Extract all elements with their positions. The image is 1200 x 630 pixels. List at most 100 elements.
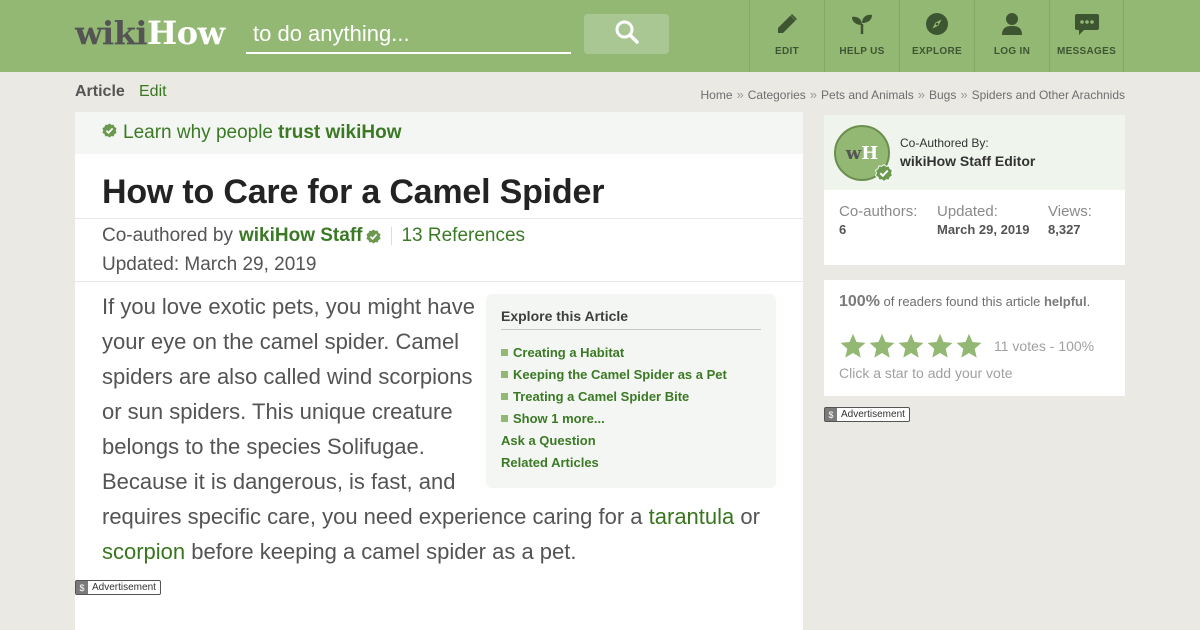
- nav-messages[interactable]: MESSAGES: [1049, 0, 1124, 72]
- article-card: Learn why people trust wikiHow How to Ca…: [75, 112, 803, 630]
- bullet-icon: [501, 370, 508, 378]
- star-icon[interactable]: [897, 332, 926, 360]
- star-rating: [839, 332, 984, 360]
- breadcrumb-separator: »: [917, 87, 925, 102]
- avatar-letter: w: [845, 142, 862, 164]
- user-icon: [999, 11, 1025, 37]
- bullet-icon: [501, 348, 508, 356]
- toc-item-treating-bite[interactable]: Treating a Camel Spider Bite: [501, 385, 761, 407]
- stat-views: Views: 8,327: [1048, 203, 1118, 238]
- header-nav: EDIT HELP US EXPLORE LOG IN MESSAGES: [749, 0, 1124, 72]
- breadcrumb-separator: »: [736, 87, 744, 102]
- chat-icon: [1074, 11, 1100, 37]
- coauthor-name[interactable]: wikiHow Staff Editor: [900, 153, 1035, 169]
- wikihow-logo[interactable]: wikiHow: [75, 14, 225, 52]
- byline: Co-authored by wikiHow Staff 13 Referenc…: [102, 225, 525, 247]
- toc-show-more[interactable]: Show 1 more...: [501, 407, 761, 429]
- nav-help-us[interactable]: HELP US: [824, 0, 899, 72]
- verified-check-icon: [875, 164, 893, 187]
- breadcrumb-separator: »: [809, 87, 818, 102]
- advertisement-label: Advertisement: [841, 409, 905, 420]
- breadcrumb-separator: »: [960, 87, 968, 102]
- dollar-icon: $: [76, 581, 88, 594]
- coauthor-card: wH Co-Authored By: wikiHow Staff Editor …: [824, 115, 1125, 265]
- dollar-icon: $: [825, 408, 837, 421]
- references-link[interactable]: 13 References: [401, 225, 525, 247]
- star-icon[interactable]: [955, 332, 984, 360]
- avatar-letter: H: [861, 142, 879, 164]
- intro-text: before keeping a camel spider as a pet.: [185, 539, 577, 564]
- bullet-icon: [501, 414, 508, 422]
- toc-item-label: Show 1 more...: [513, 410, 605, 426]
- star-icon[interactable]: [839, 332, 868, 360]
- intro-text: or: [734, 504, 760, 529]
- tarantula-link[interactable]: tarantula: [649, 504, 735, 529]
- nav-log-in[interactable]: LOG IN: [974, 0, 1049, 72]
- pencil-icon: [774, 11, 800, 37]
- breadcrumb-pets-and-animals[interactable]: Pets and Animals: [821, 88, 914, 102]
- breadcrumb-categories[interactable]: Categories: [748, 88, 806, 102]
- advertisement-badge: $ Advertisement: [824, 407, 910, 422]
- breadcrumb-spiders[interactable]: Spiders and Other Arachnids: [972, 88, 1125, 102]
- helpful-word: helpful: [1043, 294, 1087, 309]
- stat-value: 8,327: [1048, 222, 1081, 237]
- toc-item-creating-habitat[interactable]: Creating a Habitat: [501, 341, 761, 363]
- stat-label: Co-authors:: [839, 203, 918, 220]
- bullet-icon: [501, 392, 508, 400]
- star-icon[interactable]: [926, 332, 955, 360]
- breadcrumb-home[interactable]: Home: [701, 88, 733, 102]
- toc-item-keeping-pet[interactable]: Keeping the Camel Spider as a Pet: [501, 363, 761, 385]
- toc-related-articles[interactable]: Related Articles: [501, 451, 761, 473]
- nav-explore[interactable]: EXPLORE: [899, 0, 974, 72]
- compass-icon: [924, 11, 950, 37]
- coauthor-label: Co-Authored By:: [900, 136, 989, 150]
- table-of-contents: Explore this Article Creating a Habitat …: [486, 294, 776, 488]
- page-title: How to Care for a Camel Spider: [102, 173, 605, 211]
- search-icon: [614, 19, 640, 50]
- vote-count: 11 votes - 100%: [994, 338, 1095, 354]
- trust-link[interactable]: trust wikiHow: [278, 122, 402, 144]
- toc-item-label: Creating a Habitat: [513, 344, 625, 360]
- vote-prompt: Click a star to add your vote: [839, 365, 1013, 381]
- logo-part-wiki: wiki: [75, 14, 148, 52]
- stat-coauthors: Co-authors: 6: [839, 203, 931, 238]
- nav-edit[interactable]: EDIT: [749, 0, 824, 72]
- helpful-period: .: [1086, 294, 1091, 309]
- coauthor-header[interactable]: wH Co-Authored By: wikiHow Staff Editor: [824, 115, 1125, 190]
- advertisement-label: Advertisement: [92, 582, 156, 593]
- stat-value: 6: [839, 222, 847, 237]
- byline-prefix: Co-authored by: [102, 225, 233, 246]
- tab-edit[interactable]: Edit: [139, 83, 167, 101]
- verified-check-icon: [366, 228, 382, 244]
- star-icon[interactable]: [868, 332, 897, 360]
- nav-help-us-label: HELP US: [839, 46, 885, 57]
- logo-part-how: How: [147, 14, 225, 52]
- toc-ask-question[interactable]: Ask a Question: [501, 429, 761, 451]
- toc-item-label: Treating a Camel Spider Bite: [513, 388, 690, 404]
- toc-list: Creating a Habitat Keeping the Camel Spi…: [501, 341, 761, 473]
- breadcrumb-bugs[interactable]: Bugs: [929, 88, 956, 102]
- helpful-percent: 100%: [839, 293, 880, 310]
- divider: [75, 281, 803, 282]
- author-link[interactable]: wikiHow Staff: [239, 225, 363, 247]
- site-header: wikiHow EDIT HELP US EXPLORE: [0, 0, 1200, 72]
- trust-banner[interactable]: Learn why people trust wikiHow: [75, 112, 803, 154]
- scorpion-link[interactable]: scorpion: [102, 539, 185, 564]
- updated-date: Updated: March 29, 2019: [102, 254, 317, 275]
- rating-card: 100% of readers found this article helpf…: [824, 280, 1125, 396]
- advertisement-badge: $ Advertisement: [75, 580, 161, 595]
- stat-label: Updated:: [937, 203, 998, 220]
- stat-label: Views:: [1048, 203, 1092, 220]
- verified-check-icon: [102, 122, 117, 144]
- stat-updated: Updated: March 29, 2019: [937, 203, 1037, 238]
- helpful-text: of readers found this article: [883, 294, 1041, 309]
- stat-value: March 29, 2019: [937, 222, 1030, 237]
- sprout-icon: [849, 11, 875, 37]
- trust-text: Learn why people: [123, 122, 273, 143]
- search-button[interactable]: [584, 14, 669, 54]
- toc-heading: Explore this Article: [501, 308, 761, 330]
- search-input[interactable]: [246, 13, 571, 54]
- helpful-summary: 100% of readers found this article helpf…: [839, 294, 1109, 310]
- divider: [75, 218, 803, 219]
- tab-article[interactable]: Article: [75, 83, 125, 101]
